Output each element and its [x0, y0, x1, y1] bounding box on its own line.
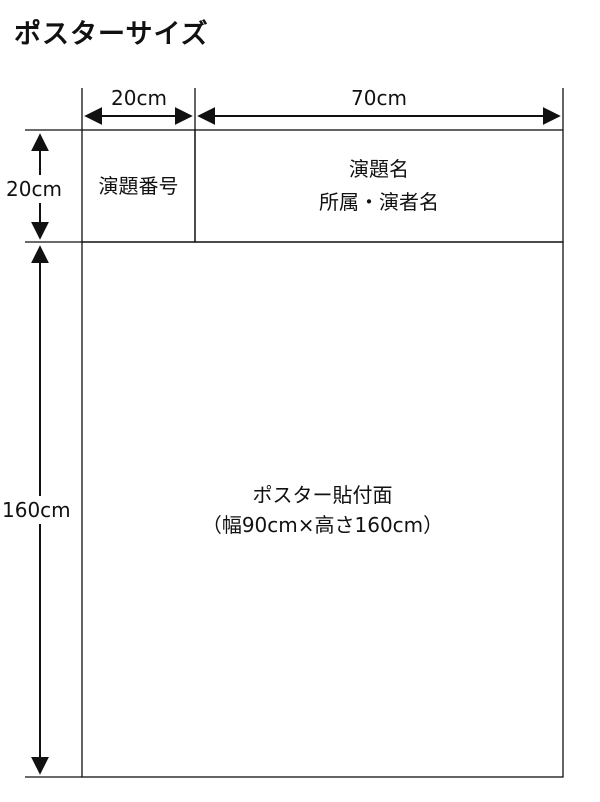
poster-area	[81, 241, 564, 778]
dimension-label-number-width: 20cm	[111, 86, 167, 110]
number-cell-label: 演題番号	[98, 174, 179, 198]
title-cell-line1: 演題名	[349, 157, 409, 181]
poster-area-line2: （幅90cm×高さ160cm）	[201, 513, 444, 537]
dimension-label-header-height: 20cm	[6, 175, 62, 203]
title-cell-line2: 所属・演者名	[319, 190, 439, 214]
title-cell	[194, 129, 564, 243]
poster-layout-diagram	[25, 88, 564, 778]
dimension-label-title-width: 70cm	[351, 86, 407, 110]
dimension-label-poster-height: 160cm	[2, 496, 71, 524]
poster-area-line1: ポスター貼付面	[252, 483, 393, 507]
